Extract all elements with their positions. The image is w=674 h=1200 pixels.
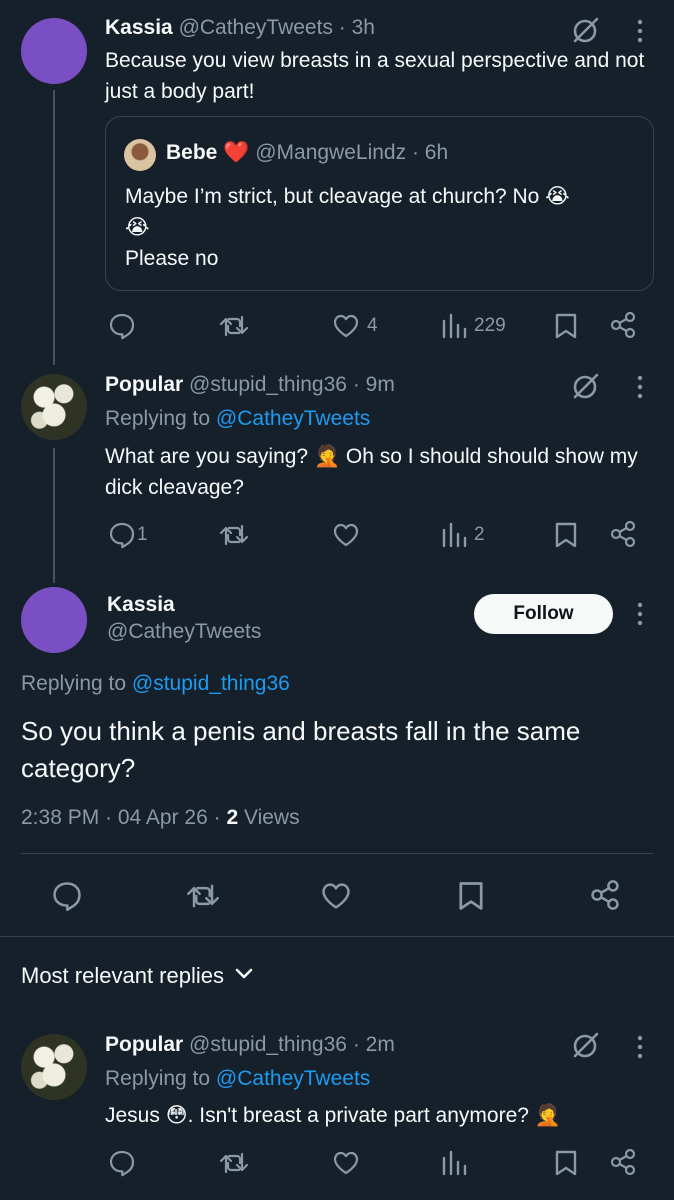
like-icon[interactable] xyxy=(331,1148,361,1178)
views-icon[interactable]: 229 xyxy=(440,311,506,341)
tweet-time[interactable]: · 9m xyxy=(353,373,395,396)
avatar[interactable] xyxy=(21,374,87,440)
more-icon[interactable] xyxy=(634,1034,646,1060)
quote-author-handle: @MangweLindz xyxy=(255,141,407,164)
author-name[interactable]: Popular xyxy=(105,1033,183,1056)
quote-text-line: Please no xyxy=(125,247,219,270)
view-count: 229 xyxy=(474,315,506,336)
tweet-text: What are you saying? 🤦 Oh so I should sh… xyxy=(105,445,638,499)
follow-button[interactable]: Follow xyxy=(474,594,613,634)
replying-to: Replying to @CatheyTweets xyxy=(105,1067,370,1091)
like-icon[interactable] xyxy=(331,520,361,550)
tweet-text: Jesus 😳. Isn't breast a private part any… xyxy=(105,1104,561,1127)
author-name[interactable]: Popular xyxy=(105,373,183,396)
thread-line xyxy=(53,90,55,365)
quote-text-line: Maybe I’m strict, but cleavage at church… xyxy=(125,185,570,208)
reply-count: 1 xyxy=(137,524,148,545)
tweet-header: Popular @stupid_thing36 · 9m xyxy=(105,373,395,397)
like-icon[interactable] xyxy=(319,879,353,913)
bookmark-icon[interactable] xyxy=(553,520,579,550)
reply-icon[interactable]: 1 xyxy=(107,520,148,550)
replying-label: Replying to xyxy=(105,1067,211,1090)
quote-author-name: Bebe xyxy=(166,141,218,164)
grok-icon[interactable] xyxy=(569,1029,601,1061)
divider xyxy=(21,853,653,854)
avatar[interactable] xyxy=(21,587,87,653)
grok-icon[interactable] xyxy=(569,370,601,402)
quote-text-line: 😭 xyxy=(125,216,150,239)
replying-label: Replying to xyxy=(105,407,211,430)
reply-icon[interactable] xyxy=(107,311,137,341)
tweet-header: Popular @stupid_thing36 · 2m xyxy=(105,1033,395,1057)
tweet-text: Because you view breasts in a sexual per… xyxy=(105,49,645,103)
quote-time: · 6h xyxy=(411,141,449,164)
views-icon[interactable]: 2 xyxy=(440,520,485,550)
quote-text: Maybe I’m strict, but cleavage at church… xyxy=(125,181,635,274)
tweet-header: Kassia @CatheyTweets · 3h xyxy=(105,16,375,40)
author-name[interactable]: Kassia xyxy=(107,593,175,617)
tweet-time[interactable]: · 3h xyxy=(339,16,375,39)
chevron-down-icon xyxy=(234,967,254,986)
more-icon[interactable] xyxy=(634,18,646,44)
views-icon[interactable] xyxy=(440,1148,468,1178)
replying-handle[interactable]: @CatheyTweets xyxy=(216,1067,370,1090)
views-label: Views xyxy=(238,806,300,829)
more-icon[interactable] xyxy=(634,601,646,627)
author-name[interactable]: Kassia xyxy=(105,16,173,39)
replying-label: Replying to xyxy=(21,672,127,695)
quoted-tweet[interactable]: Bebe ❤️ @MangweLindz · 6h Maybe I’m stri… xyxy=(105,116,654,291)
retweet-icon[interactable] xyxy=(218,1148,250,1178)
share-icon[interactable] xyxy=(608,310,638,340)
view-count: 2 xyxy=(474,524,485,545)
avatar[interactable] xyxy=(21,18,87,84)
replying-to: Replying to @CatheyTweets xyxy=(105,407,370,431)
replying-handle[interactable]: @stupid_thing36 xyxy=(132,672,290,695)
share-icon[interactable] xyxy=(588,878,622,912)
grok-icon[interactable] xyxy=(569,14,601,46)
divider xyxy=(0,936,674,937)
reply-icon[interactable] xyxy=(50,879,84,913)
author-handle[interactable]: @CatheyTweets xyxy=(107,620,261,644)
bookmark-icon[interactable] xyxy=(553,1148,579,1178)
author-handle[interactable]: @stupid_thing36 xyxy=(189,373,347,396)
views-count: 2 xyxy=(226,806,239,829)
timestamp-text[interactable]: 2:38 PM · 04 Apr 26 · xyxy=(21,806,226,829)
bookmark-icon[interactable] xyxy=(456,879,486,913)
avatar[interactable] xyxy=(21,1034,87,1100)
quote-header: Bebe ❤️ @MangweLindz · 6h xyxy=(166,141,448,165)
heart-emoji: ❤️ xyxy=(223,141,250,164)
retweet-icon[interactable] xyxy=(185,879,221,913)
avatar xyxy=(124,139,156,171)
reply-icon[interactable] xyxy=(107,1148,137,1178)
like-count: 4 xyxy=(367,315,378,336)
share-icon[interactable] xyxy=(608,1147,638,1177)
bookmark-icon[interactable] xyxy=(553,311,579,341)
replying-handle[interactable]: @CatheyTweets xyxy=(216,407,370,430)
retweet-icon[interactable] xyxy=(218,520,250,550)
sort-label: Most relevant replies xyxy=(21,963,224,988)
tweet-time[interactable]: · 2m xyxy=(353,1033,395,1056)
more-icon[interactable] xyxy=(634,374,646,400)
thread-line xyxy=(53,448,55,583)
sort-replies-dropdown[interactable]: Most relevant replies xyxy=(21,963,254,989)
replying-to: Replying to @stupid_thing36 xyxy=(21,672,290,696)
main-tweet-text: So you think a penis and breasts fall in… xyxy=(21,716,581,783)
author-handle[interactable]: @stupid_thing36 xyxy=(189,1033,347,1056)
author-handle[interactable]: @CatheyTweets xyxy=(179,16,333,39)
retweet-icon[interactable] xyxy=(218,311,250,341)
tweet-timestamp: 2:38 PM · 04 Apr 26 · 2 Views xyxy=(21,806,300,830)
share-icon[interactable] xyxy=(608,519,638,549)
like-icon[interactable]: 4 xyxy=(331,311,378,341)
